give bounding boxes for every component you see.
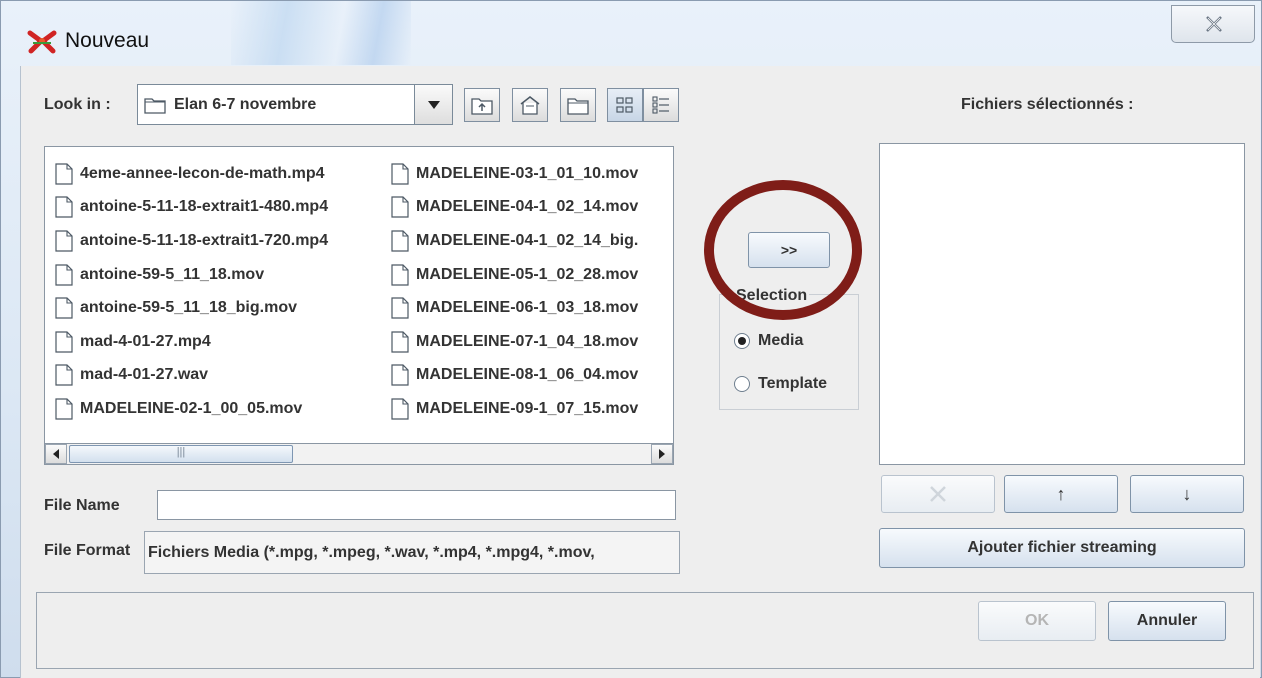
- file-item[interactable]: antoine-59-5_11_18.mov: [55, 258, 328, 292]
- new-folder-button[interactable]: [560, 88, 596, 122]
- chevron-right-icon: [659, 449, 665, 459]
- file-icon: [55, 364, 73, 386]
- radio-media[interactable]: Media: [734, 332, 803, 350]
- file-icon: [55, 263, 73, 286]
- cancel-button[interactable]: Annuler: [1108, 601, 1226, 641]
- file-icon: [391, 297, 409, 319]
- selected-files-list[interactable]: [879, 143, 1245, 465]
- file-item[interactable]: MADELEINE-07-1_04_18.mov: [391, 325, 638, 359]
- file-item[interactable]: MADELEINE-09-1_07_15.mov: [391, 392, 638, 426]
- window-title: Nouveau: [65, 29, 150, 52]
- title-bar[interactable]: Nouveau: [1, 1, 1261, 65]
- selected-files-label: Fichiers sélectionnés :: [961, 96, 1134, 113]
- new-folder-icon: [567, 98, 589, 115]
- file-icon: [55, 230, 73, 252]
- move-down-button[interactable]: ↓: [1130, 475, 1244, 513]
- file-icon: [55, 331, 73, 353]
- elan-app-icon: [27, 30, 57, 54]
- file-icon: [391, 230, 409, 252]
- file-list-horizontal-scrollbar[interactable]: |||: [44, 443, 674, 465]
- add-streaming-file-button[interactable]: Ajouter fichier streaming: [879, 528, 1245, 568]
- file-item[interactable]: MADELEINE-03-1_01_10.mov: [391, 157, 638, 191]
- ok-button[interactable]: OK: [978, 601, 1096, 641]
- remove-button[interactable]: [881, 475, 995, 513]
- file-item[interactable]: MADELEINE-08-1_06_04.mov: [391, 359, 638, 393]
- radio-media-label: Media: [758, 332, 804, 349]
- up-folder-icon: [471, 98, 493, 115]
- file-item[interactable]: mad-4-01-27.mp4: [55, 325, 328, 359]
- file-item[interactable]: MADELEINE-02-1_00_05.mov: [55, 392, 328, 426]
- delete-x-icon: [930, 486, 946, 502]
- look-in-dropdown-button[interactable]: [414, 85, 452, 124]
- file-item[interactable]: MADELEINE-06-1_03_18.mov: [391, 291, 638, 325]
- file-format-select[interactable]: Fichiers Media (*.mpg, *.mpeg, *.wav, *.…: [144, 531, 680, 574]
- chevron-down-icon: [427, 100, 440, 109]
- move-up-button[interactable]: ↑: [1004, 475, 1118, 513]
- file-item[interactable]: antoine-5-11-18-extrait1-480.mp4: [55, 191, 328, 225]
- file-icon: [391, 163, 409, 185]
- up-folder-button[interactable]: [464, 88, 500, 122]
- title-bar-reflection: [231, 1, 411, 65]
- file-column-1: 4eme-annee-lecon-de-math.mp4 antoine-5-1…: [55, 157, 328, 426]
- folder-icon: [144, 97, 166, 114]
- file-list[interactable]: 4eme-annee-lecon-de-math.mp4 antoine-5-1…: [44, 146, 674, 444]
- radio-template-label: Template: [758, 375, 828, 392]
- scroll-left-button[interactable]: [45, 444, 67, 464]
- file-item[interactable]: MADELEINE-04-1_02_14_big.: [391, 224, 638, 258]
- file-icon: [55, 297, 73, 319]
- arrow-up-icon: ↑: [1056, 483, 1066, 504]
- file-icon: [391, 331, 409, 353]
- file-format-label: File Format: [44, 542, 131, 559]
- file-column-2: MADELEINE-03-1_01_10.mov MADELEINE-04-1_…: [391, 157, 638, 426]
- file-icon: [55, 163, 73, 185]
- list-view-button[interactable]: [607, 88, 643, 122]
- scroll-right-button[interactable]: [651, 444, 673, 464]
- file-icon: [55, 398, 73, 420]
- file-item[interactable]: antoine-59-5_11_18_big.mov: [55, 291, 328, 325]
- file-item[interactable]: antoine-5-11-18-extrait1-720.mp4: [55, 224, 328, 258]
- chevron-left-icon: [53, 449, 59, 459]
- scroll-thumb[interactable]: |||: [69, 445, 293, 463]
- file-name-label: File Name: [44, 497, 120, 514]
- details-view-button[interactable]: [643, 88, 679, 122]
- file-format-value: Fichiers Media (*.mpg, *.mpeg, *.wav, *.…: [148, 543, 595, 561]
- file-name-input[interactable]: [157, 490, 676, 520]
- look-in-value: Elan 6-7 novembre: [174, 95, 317, 113]
- list-view-icon: [616, 97, 633, 113]
- file-icon: [391, 196, 409, 218]
- home-button[interactable]: [512, 88, 548, 122]
- home-icon: [520, 96, 540, 115]
- details-view-icon: [652, 96, 669, 114]
- file-icon: [55, 196, 73, 218]
- close-button[interactable]: [1171, 5, 1255, 43]
- highlight-circle-annotation: [704, 180, 862, 320]
- arrow-down-icon: ↓: [1182, 483, 1192, 504]
- file-item[interactable]: MADELEINE-05-1_02_28.mov: [391, 258, 638, 292]
- look-in-label: Look in :: [44, 96, 111, 113]
- file-icon: [391, 364, 409, 386]
- file-icon: [391, 398, 409, 420]
- close-icon: [1206, 16, 1222, 32]
- radio-button-checked[interactable]: [734, 333, 750, 349]
- radio-template[interactable]: Template: [734, 375, 827, 393]
- file-item[interactable]: MADELEINE-04-1_02_14.mov: [391, 191, 638, 225]
- file-item[interactable]: 4eme-annee-lecon-de-math.mp4: [55, 157, 328, 191]
- file-icon: [391, 263, 409, 286]
- file-item[interactable]: mad-4-01-27.wav: [55, 359, 328, 393]
- radio-button-unchecked[interactable]: [734, 376, 750, 392]
- look-in-combobox[interactable]: Elan 6-7 novembre: [137, 84, 453, 125]
